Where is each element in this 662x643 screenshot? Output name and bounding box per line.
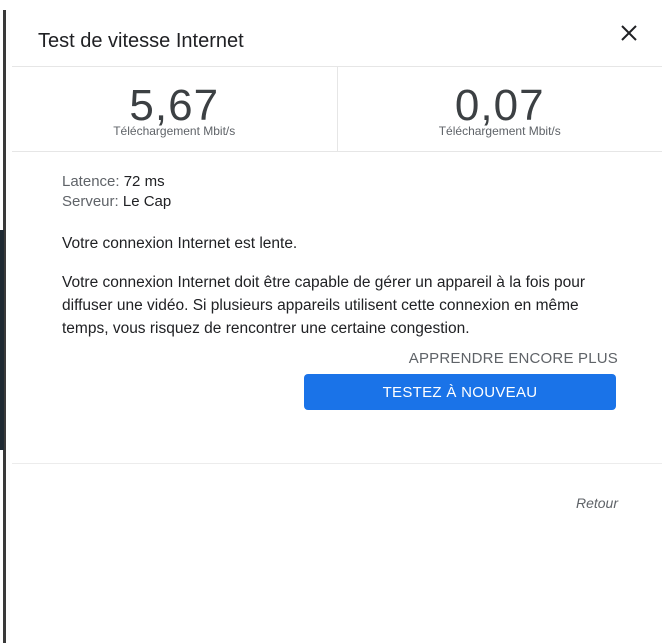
connection-description: Votre connexion Internet doit être capab… (62, 274, 586, 337)
connection-status: Votre connexion Internet est lente. (62, 235, 298, 252)
latency-label: Latence: (62, 173, 120, 190)
server-value: Le Cap (122, 193, 172, 210)
speed-metrics: 5,67 Téléchargement Mbit/s 0,07 Téléchar… (12, 67, 662, 152)
window-border-dark-segment (0, 230, 4, 450)
retest-button[interactable]: TESTEZ À NOUVEAU (304, 374, 616, 410)
second-metric: 0,07 Téléchargement Mbit/s (336, 67, 662, 151)
second-speed-unit: Téléchargement Mbit/s (438, 124, 561, 138)
download-speed-unit: Téléchargement Mbit/s (113, 124, 236, 138)
second-speed-value: 0,07 (454, 81, 545, 130)
panel-title: Test de vitesse Internet (38, 30, 244, 52)
latency-line: Latence: 72 ms (62, 172, 614, 192)
download-speed-value: 5,67 (129, 81, 220, 130)
latency-value: 72 ms (123, 173, 165, 190)
download-metric: 5,67 Téléchargement Mbit/s (12, 67, 337, 151)
speed-test-panel: Test de vitesse Internet 5,67 Télécharge… (12, 8, 662, 643)
server-line: Serveur: Le Cap (62, 192, 614, 212)
details-section: Latence: 72 ms Serveur: Le Cap Votre con… (12, 152, 662, 340)
learn-more-link[interactable]: APPRENDRE ENCORE PLUS (409, 350, 618, 367)
panel-header: Test de vitesse Internet (12, 8, 662, 67)
server-label: Serveur: (62, 193, 119, 210)
footer-divider (12, 463, 662, 464)
actions-area: APPRENDRE ENCORE PLUS TESTEZ À NOUVEAU (12, 340, 662, 420)
close-icon[interactable] (618, 22, 640, 44)
window-left-edge (0, 0, 10, 643)
back-link[interactable]: Retour (576, 495, 618, 511)
